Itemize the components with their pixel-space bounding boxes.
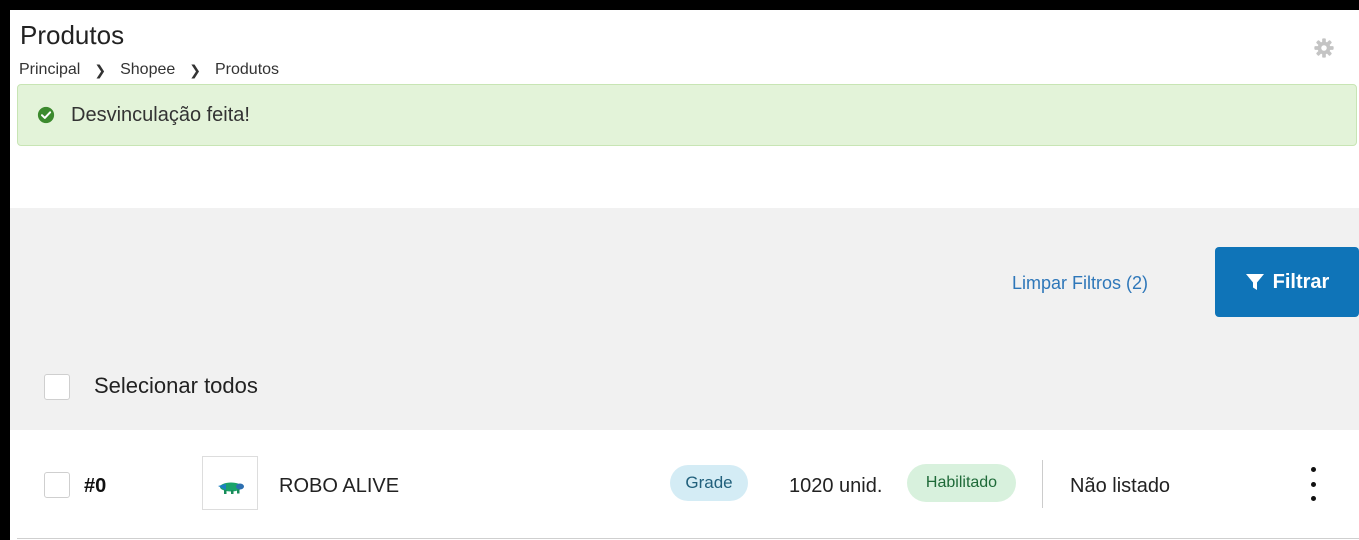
breadcrumb-item-produtos: Produtos xyxy=(215,61,280,78)
check-circle-icon xyxy=(37,106,55,124)
window-frame-left xyxy=(0,0,10,540)
type-badge: Grade xyxy=(670,465,748,501)
chevron-right-icon: ❯ xyxy=(94,62,107,78)
gear-icon[interactable] xyxy=(1313,37,1335,59)
page-title: Produtos xyxy=(20,20,125,50)
divider xyxy=(1042,460,1043,508)
select-all-label: Selecionar todos xyxy=(94,373,258,398)
breadcrumb-item-shopee[interactable]: Shopee xyxy=(120,60,175,80)
breadcrumb: Principal ❯ Shopee ❯ Produtos xyxy=(19,60,279,80)
listing-status: Não listado xyxy=(1070,475,1171,497)
product-sku: #0 xyxy=(84,475,107,497)
alert-message: Desvinculação feita! xyxy=(71,103,250,126)
stock-quantity: 1020 unid. xyxy=(789,475,883,497)
clear-filters-link[interactable]: Limpar Filtros (2) xyxy=(1012,272,1148,294)
success-alert: Desvinculação feita! xyxy=(17,84,1357,146)
status-badge: Habilitado xyxy=(907,464,1016,502)
filter-button[interactable]: Filtrar xyxy=(1215,247,1359,317)
product-name[interactable]: ROBO ALIVE xyxy=(279,474,399,498)
product-thumbnail xyxy=(202,456,258,510)
breadcrumb-item-principal[interactable]: Principal xyxy=(19,60,80,80)
chevron-right-icon: ❯ xyxy=(189,62,201,78)
filter-icon xyxy=(1245,274,1264,290)
select-all-checkbox[interactable] xyxy=(44,374,70,400)
filter-button-label: Filtrar xyxy=(1272,270,1330,293)
row-checkbox[interactable] xyxy=(44,472,70,498)
window-frame-top xyxy=(0,0,1359,10)
more-options-icon[interactable] xyxy=(1300,464,1326,504)
